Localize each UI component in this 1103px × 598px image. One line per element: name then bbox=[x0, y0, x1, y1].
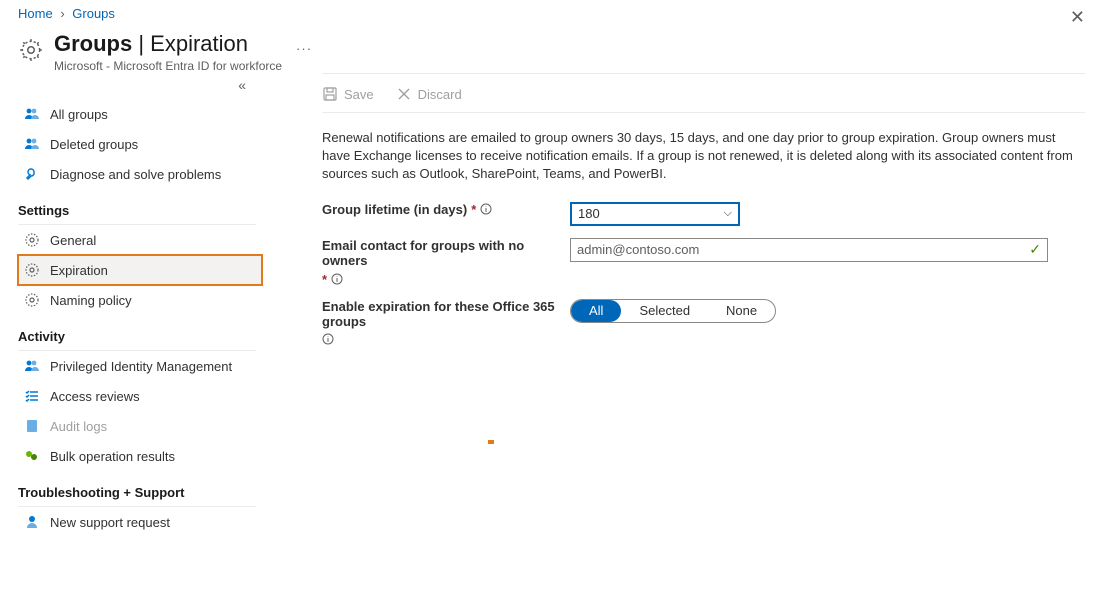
sidebar-item-label: New support request bbox=[50, 515, 170, 530]
sidebar-item-general[interactable]: General bbox=[18, 225, 262, 255]
sidebar-item-label: Bulk operation results bbox=[50, 449, 175, 464]
lifetime-dropdown[interactable]: 180 ⌵ bbox=[570, 202, 740, 226]
sidebar-item-label: Deleted groups bbox=[50, 137, 138, 152]
main-panel: Save Discard Renewal notifications are e… bbox=[322, 73, 1103, 537]
save-button[interactable]: Save bbox=[322, 86, 374, 102]
sidebar-section-activity: Activity bbox=[18, 315, 256, 351]
collapse-icon[interactable]: « bbox=[238, 77, 246, 93]
log-icon bbox=[24, 418, 40, 434]
pill-all[interactable]: All bbox=[571, 300, 621, 322]
sidebar: « All groups Deleted groups Diagnose and… bbox=[0, 73, 262, 537]
sidebar-item-audit-logs[interactable]: Audit logs bbox=[18, 411, 262, 441]
email-label: Email contact for groups with no owners … bbox=[322, 238, 570, 287]
close-icon[interactable]: ✕ bbox=[1070, 8, 1085, 26]
page-subtitle: Microsoft - Microsoft Entra ID for workf… bbox=[54, 59, 282, 73]
email-value: admin@contoso.com bbox=[577, 242, 699, 257]
gear-icon bbox=[24, 292, 40, 308]
group-icon bbox=[24, 106, 40, 122]
discard-icon bbox=[396, 86, 412, 102]
pill-selected[interactable]: Selected bbox=[621, 300, 708, 322]
breadcrumb: Home › Groups bbox=[0, 0, 1103, 25]
gear-icon bbox=[24, 232, 40, 248]
sidebar-section-troubleshoot: Troubleshooting + Support bbox=[18, 471, 256, 507]
info-icon[interactable] bbox=[331, 273, 343, 285]
sidebar-item-label: Privileged Identity Management bbox=[50, 359, 232, 374]
sidebar-item-label: Audit logs bbox=[50, 419, 107, 434]
save-label: Save bbox=[344, 87, 374, 102]
wrench-icon bbox=[24, 166, 40, 182]
enable-pill-group: All Selected None bbox=[570, 299, 776, 323]
chevron-right-icon: › bbox=[60, 6, 64, 21]
discard-button[interactable]: Discard bbox=[396, 86, 462, 102]
check-icon: ✓ bbox=[1029, 241, 1041, 258]
gear-icon bbox=[24, 262, 40, 278]
more-icon[interactable]: ··· bbox=[296, 41, 312, 56]
sidebar-item-label: Naming policy bbox=[50, 293, 132, 308]
sidebar-item-new-support[interactable]: New support request bbox=[18, 507, 262, 537]
page-title: Groups | Expiration bbox=[54, 31, 282, 57]
page-header: Groups | Expiration Microsoft - Microsof… bbox=[0, 25, 1103, 73]
sidebar-item-label: Access reviews bbox=[50, 389, 140, 404]
sidebar-item-label: General bbox=[50, 233, 96, 248]
save-icon bbox=[322, 86, 338, 102]
sidebar-item-all-groups[interactable]: All groups bbox=[18, 99, 262, 129]
group-icon bbox=[24, 136, 40, 152]
info-icon[interactable] bbox=[480, 203, 492, 215]
sidebar-item-label: Expiration bbox=[50, 263, 108, 278]
chevron-down-icon: ⌵ bbox=[724, 207, 732, 220]
group-icon bbox=[24, 358, 40, 374]
sidebar-item-naming-policy[interactable]: Naming policy bbox=[18, 285, 262, 315]
checklist-icon bbox=[24, 388, 40, 404]
sidebar-item-bulk-results[interactable]: Bulk operation results bbox=[18, 441, 262, 471]
sidebar-item-label: All groups bbox=[50, 107, 108, 122]
sidebar-item-diagnose[interactable]: Diagnose and solve problems bbox=[18, 159, 262, 189]
marker-icon bbox=[488, 440, 494, 444]
info-icon[interactable] bbox=[322, 333, 334, 345]
sidebar-item-deleted-groups[interactable]: Deleted groups bbox=[18, 129, 262, 159]
required-icon: * bbox=[322, 272, 327, 287]
info-text: Renewal notifications are emailed to gro… bbox=[322, 113, 1085, 196]
email-field[interactable]: admin@contoso.com ✓ bbox=[570, 238, 1048, 262]
sidebar-item-access-reviews[interactable]: Access reviews bbox=[18, 381, 262, 411]
support-icon bbox=[24, 514, 40, 530]
sidebar-section-settings: Settings bbox=[18, 189, 256, 225]
breadcrumb-home[interactable]: Home bbox=[18, 6, 53, 21]
enable-label: Enable expiration for these Office 365 g… bbox=[322, 299, 570, 345]
sidebar-item-pim[interactable]: Privileged Identity Management bbox=[18, 351, 262, 381]
discard-label: Discard bbox=[418, 87, 462, 102]
required-icon: * bbox=[471, 202, 476, 217]
breadcrumb-groups[interactable]: Groups bbox=[72, 6, 115, 21]
gear-icon bbox=[18, 37, 44, 63]
sidebar-item-expiration[interactable]: Expiration bbox=[18, 255, 262, 285]
sidebar-item-label: Diagnose and solve problems bbox=[50, 167, 221, 182]
lifetime-label: Group lifetime (in days) * bbox=[322, 202, 570, 217]
bulk-icon bbox=[24, 448, 40, 464]
lifetime-value: 180 bbox=[578, 206, 600, 221]
toolbar: Save Discard bbox=[322, 73, 1085, 113]
pill-none[interactable]: None bbox=[708, 300, 775, 322]
